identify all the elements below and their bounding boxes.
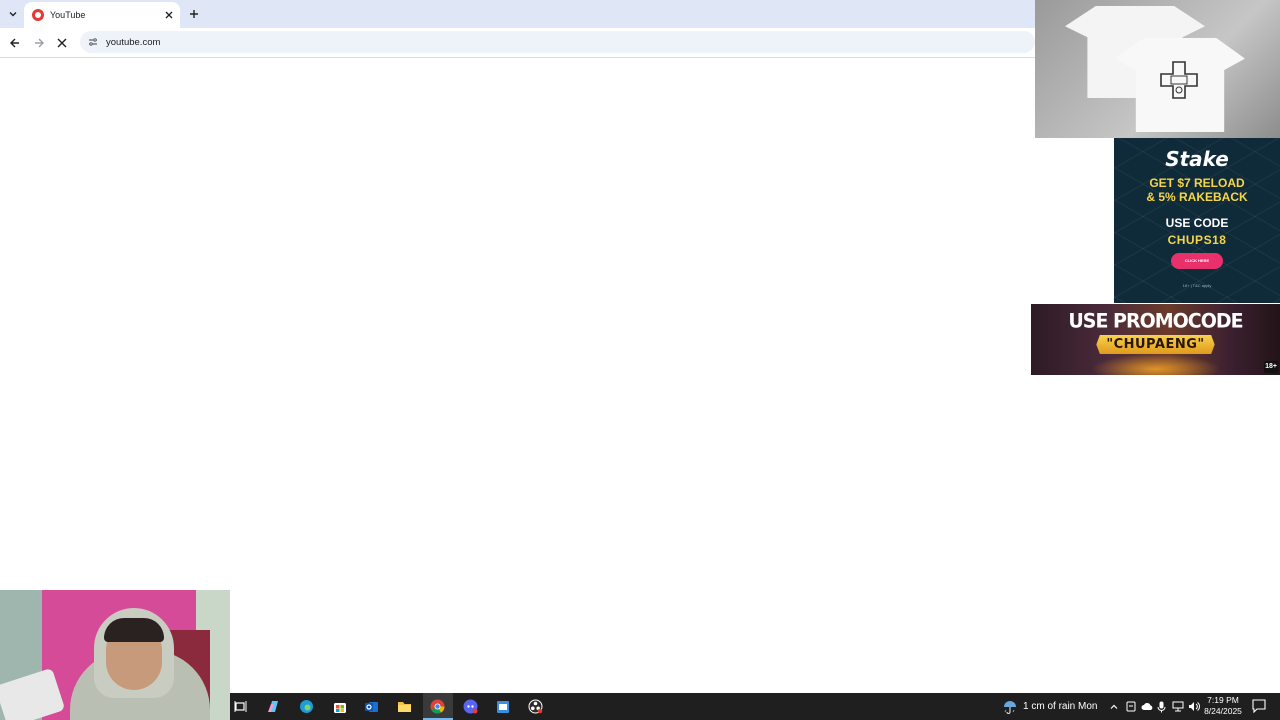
- copilot-button[interactable]: [265, 698, 282, 715]
- chevron-down-icon: [9, 12, 17, 17]
- volume-tray-button[interactable]: [1187, 700, 1200, 713]
- folder-icon: [398, 702, 411, 712]
- webcam-person-hair: [104, 618, 164, 642]
- discord-button[interactable]: [462, 698, 479, 715]
- stake-terms: 18+ | T&C apply: [1182, 283, 1212, 288]
- tab-close-button[interactable]: [162, 8, 176, 22]
- stake-offer: GET $7 RELOAD & 5% RAKEBACK: [1114, 176, 1280, 204]
- obs-icon: [528, 699, 543, 714]
- site-info-icon[interactable]: [86, 35, 100, 49]
- network-icon: [1172, 701, 1183, 712]
- task-view-button[interactable]: [232, 698, 249, 715]
- weather-widget[interactable]: 1 cm of rain Mon: [1023, 701, 1097, 712]
- store-button[interactable]: [331, 698, 348, 715]
- arrow-right-icon: [35, 38, 44, 48]
- obs-button[interactable]: [527, 698, 544, 715]
- tab-youtube[interactable]: YouTube: [24, 2, 180, 28]
- age-rating-badge: 18+: [1264, 361, 1278, 373]
- store-icon: [333, 702, 346, 713]
- edge-button[interactable]: [298, 698, 315, 715]
- cloud-icon: [1141, 703, 1152, 710]
- task-view-icon: [234, 701, 247, 712]
- chevron-up-icon: [1110, 704, 1117, 709]
- outlook-icon: [365, 702, 378, 712]
- tab-title: YouTube: [50, 10, 86, 20]
- taskbar-clock[interactable]: 7:19 PM 8/24/2025: [1200, 695, 1246, 717]
- tab-search-button[interactable]: [4, 5, 22, 23]
- outlook-button[interactable]: [363, 698, 380, 715]
- microphone-icon: [1157, 701, 1166, 712]
- plus-icon: [190, 10, 198, 18]
- chrome-icon: [430, 699, 445, 714]
- address-bar[interactable]: youtube.com: [80, 31, 1035, 53]
- show-hidden-icons-button[interactable]: [1107, 700, 1120, 713]
- stop-loading-button[interactable]: [53, 34, 71, 52]
- network-tray-button[interactable]: [1171, 700, 1184, 713]
- window-app-icon: [496, 700, 509, 713]
- notification-icon[interactable]: [1252, 699, 1266, 713]
- youtube-favicon-icon: [32, 9, 44, 21]
- copilot-icon: [268, 701, 278, 712]
- edge-icon: [300, 700, 313, 713]
- new-tab-button[interactable]: [186, 6, 202, 22]
- tray-app-icon[interactable]: [1124, 700, 1137, 713]
- webcam-overlay: [0, 590, 230, 720]
- stake-ad: Stake GET $7 RELOAD & 5% RAKEBACK USE CO…: [1114, 138, 1280, 303]
- clock-date: 8/24/2025: [1204, 706, 1242, 716]
- microphone-tray-button[interactable]: [1155, 700, 1168, 713]
- stake-logo: Stake: [1165, 147, 1229, 171]
- close-icon: [165, 11, 173, 19]
- file-explorer-button[interactable]: [396, 698, 413, 715]
- close-icon: [57, 38, 67, 48]
- forward-button[interactable]: [30, 34, 48, 52]
- promo-title: USE PROMOCODE: [1068, 309, 1243, 333]
- device-icon: [1126, 701, 1135, 712]
- speaker-icon: [1188, 702, 1200, 711]
- stake-click-here-button: CLICK HERE: [1171, 253, 1223, 269]
- back-button[interactable]: [6, 34, 24, 52]
- discord-icon: [463, 699, 478, 714]
- windows-taskbar: 1 cm of rain Mon 7:19 PM 8/24/2025: [230, 693, 1280, 720]
- stake-use-code-label: USE CODE: [1165, 216, 1229, 230]
- stake-offer-line1: GET $7 RELOAD: [1149, 176, 1245, 190]
- url-text: youtube.com: [106, 36, 161, 48]
- cross-logo-icon: [1160, 61, 1198, 99]
- promo-glow: [1091, 354, 1221, 375]
- clock-time: 7:19 PM: [1207, 695, 1239, 705]
- rain-weather-icon: [1004, 701, 1016, 714]
- merch-shirt-ad: [1035, 0, 1280, 138]
- chrome-button[interactable]: [429, 698, 446, 715]
- stake-code: CHUPS18: [1167, 233, 1227, 247]
- promocode-ad: USE PROMOCODE "CHUPAENG" 18+: [1031, 304, 1280, 375]
- app-window-button[interactable]: [494, 698, 511, 715]
- promo-code: "CHUPAENG": [1096, 335, 1215, 354]
- arrow-left-icon: [10, 38, 19, 48]
- stake-offer-line2: & 5% RAKEBACK: [1146, 190, 1248, 204]
- onedrive-tray-button[interactable]: [1140, 700, 1153, 713]
